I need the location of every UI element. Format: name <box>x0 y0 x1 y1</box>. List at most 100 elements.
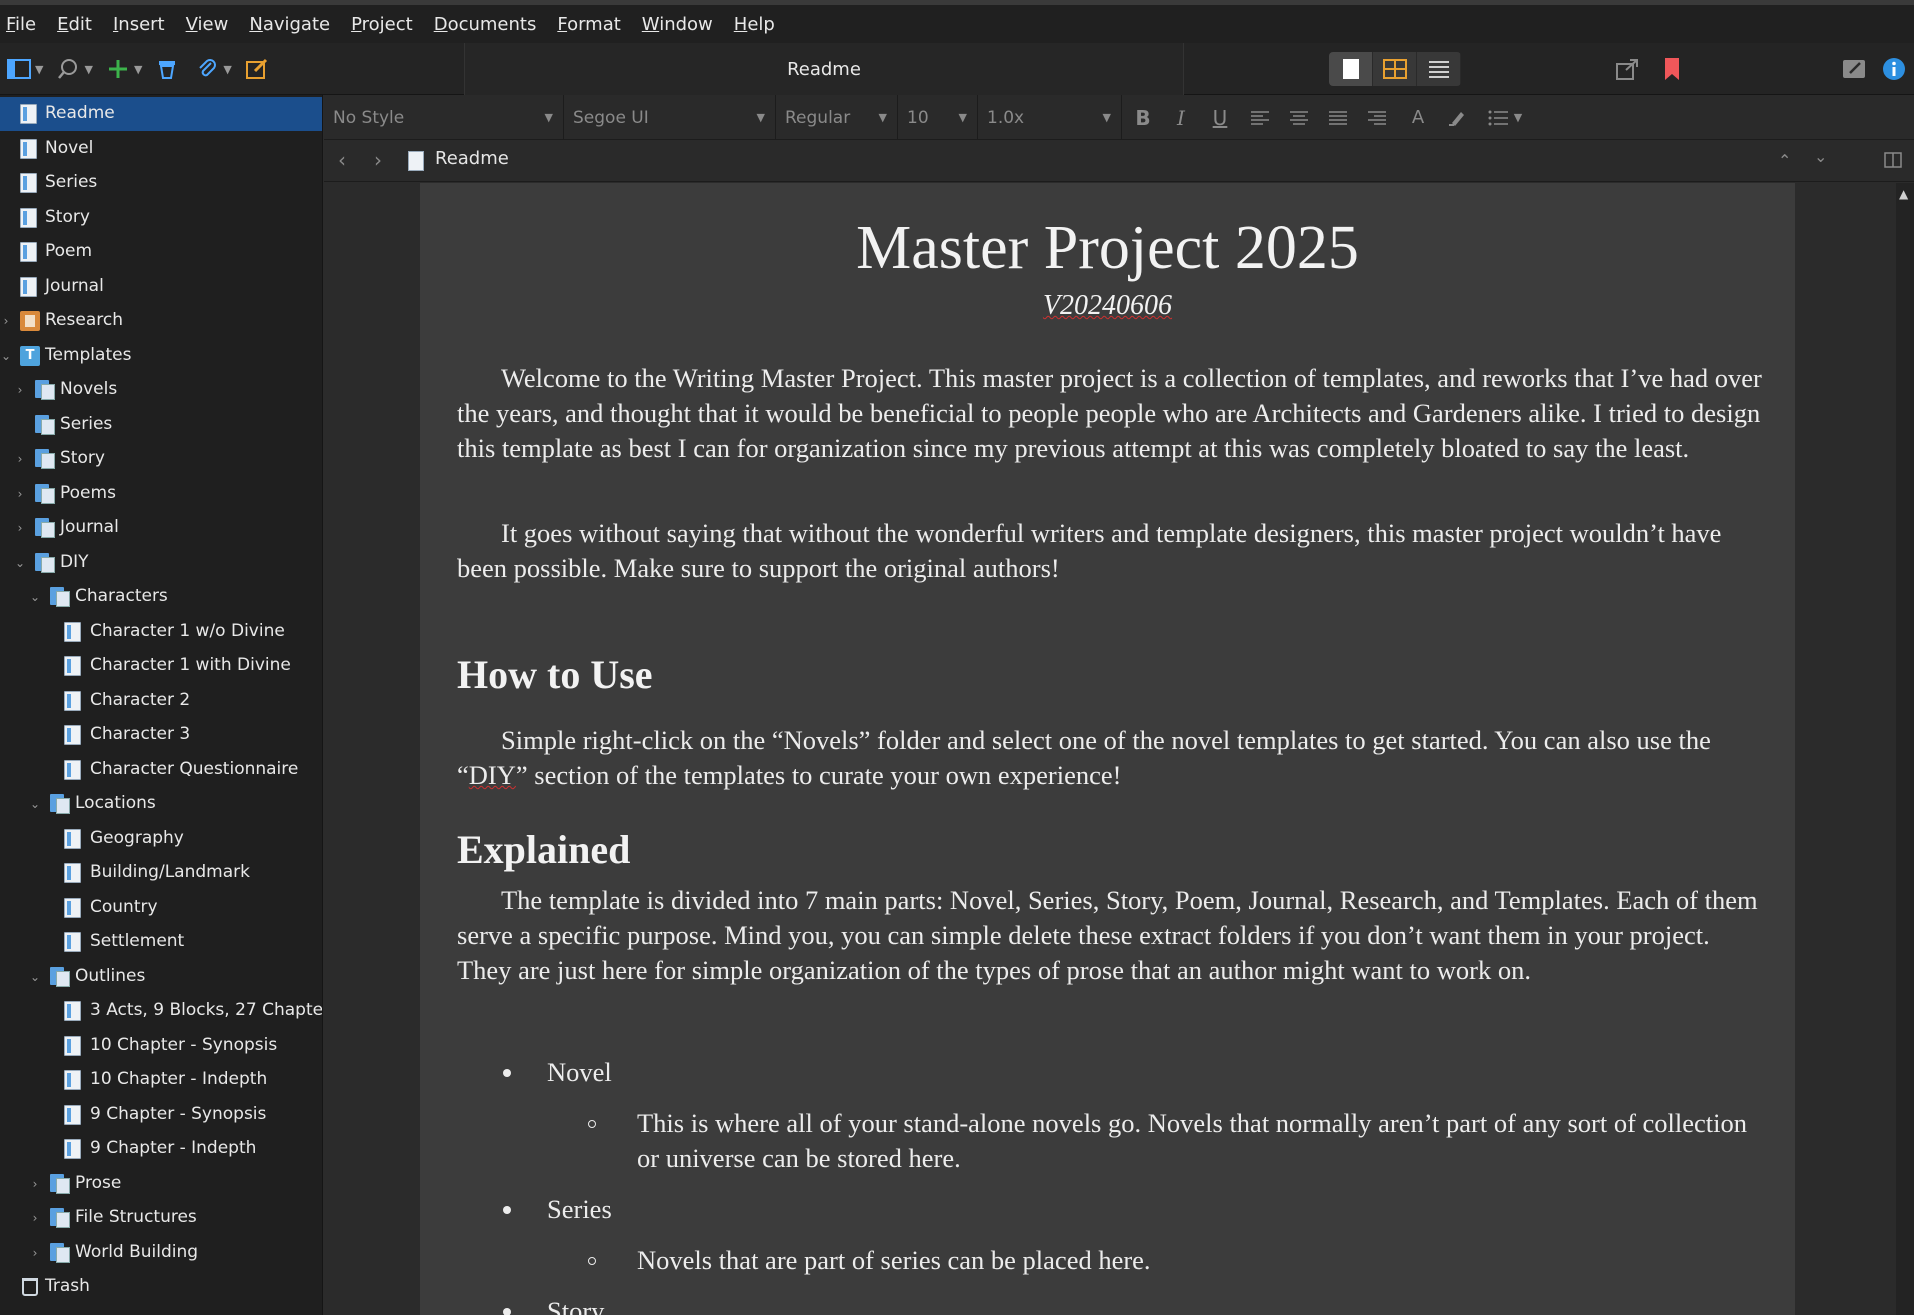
binder-item-series[interactable]: Series <box>0 166 322 200</box>
binder-item-story[interactable]: Story <box>0 201 322 235</box>
text-color-icon[interactable]: A <box>1399 95 1437 140</box>
binder-item-prose[interactable]: › Prose <box>0 1167 322 1201</box>
binder-item-journal[interactable]: › Journal <box>0 511 322 545</box>
font-family-select[interactable]: Segoe UI ▼ <box>564 95 776 140</box>
attachment-icon[interactable] <box>194 56 220 82</box>
binder-item-novels[interactable]: › Novels <box>0 373 322 407</box>
chevron-right-icon[interactable]: › <box>14 487 26 501</box>
menu-navigate[interactable]: Navigate <box>249 14 330 35</box>
align-left-icon[interactable] <box>1241 95 1279 140</box>
align-right-icon[interactable] <box>1358 95 1396 140</box>
binder-item-9-chapter-synopsis[interactable]: 9 Chapter - Synopsis <box>0 1098 322 1132</box>
outline-icon[interactable] <box>1417 52 1461 86</box>
menu-insert[interactable]: Insert <box>113 14 165 35</box>
binder-item-label: Templates <box>45 344 132 365</box>
chevron-down-icon[interactable]: ⌄ <box>29 797 41 811</box>
binder-item-templates[interactable]: ⌄ T Templates <box>0 339 322 373</box>
chevron-right-icon[interactable]: › <box>29 1211 41 1225</box>
italic-icon[interactable]: I <box>1162 95 1200 140</box>
binder-item-poem[interactable]: Poem <box>0 235 322 269</box>
inspector-edit-icon[interactable] <box>1841 56 1867 82</box>
binder-item-poems[interactable]: › Poems <box>0 477 322 511</box>
binder-item-10-chapter-synopsis[interactable]: 10 Chapter - Synopsis <box>0 1029 322 1063</box>
chevron-right-icon[interactable]: › <box>14 383 26 397</box>
binder-item-trash[interactable]: Trash <box>0 1270 322 1304</box>
chevron-right-icon[interactable]: › <box>29 1246 41 1260</box>
list-caret-icon[interactable]: ▼ <box>1506 95 1530 140</box>
binder-item-story[interactable]: › Story <box>0 442 322 476</box>
chevron-right-icon[interactable]: › <box>14 452 26 466</box>
highlight-icon[interactable] <box>1438 95 1476 140</box>
editor-header-title[interactable]: Readme <box>435 148 509 169</box>
trash-icon[interactable] <box>154 56 180 82</box>
chevron-down-icon[interactable]: ⌄ <box>29 590 41 604</box>
add-caret[interactable]: ▼ <box>134 63 142 76</box>
binder-item-building-landmark[interactable]: Building/Landmark <box>0 856 322 890</box>
binder-item-world-building[interactable]: › World Building <box>0 1236 322 1270</box>
search-icon[interactable] <box>55 56 81 82</box>
menu-view[interactable]: View <box>186 14 229 35</box>
binder-item-character-3[interactable]: Character 3 <box>0 718 322 752</box>
binder-item-character-1-with-divine[interactable]: Character 1 with Divine <box>0 649 322 683</box>
info-icon[interactable] <box>1881 56 1907 82</box>
binder-item-character-2[interactable]: Character 2 <box>0 684 322 718</box>
corkboard-icon[interactable] <box>1373 52 1417 86</box>
share-icon[interactable] <box>1615 56 1641 82</box>
bold-icon[interactable]: B <box>1124 95 1162 140</box>
binder-item-research[interactable]: › Research <box>0 304 322 338</box>
line-spacing-select[interactable]: 1.0x ▼ <box>978 95 1122 140</box>
scroll-up-icon[interactable]: ▲ <box>1899 187 1908 201</box>
menu-file[interactable]: File <box>6 14 36 35</box>
single-page-icon[interactable] <box>1329 52 1373 86</box>
binder-item-file-structures[interactable]: › File Structures <box>0 1201 322 1235</box>
binder-item-10-chapter-indepth[interactable]: 10 Chapter - Indepth <box>0 1063 322 1097</box>
binder-item-character-1-w-o-divine[interactable]: Character 1 w/o Divine <box>0 615 322 649</box>
previous-document-icon[interactable]: ⌃ <box>1778 151 1791 170</box>
forward-arrow-icon[interactable]: › <box>374 148 382 172</box>
menu-edit[interactable]: Edit <box>57 14 92 35</box>
compose-icon[interactable] <box>244 56 270 82</box>
binder-item-readme[interactable]: Readme <box>0 97 322 131</box>
menu-format[interactable]: Format <box>557 14 620 35</box>
binder-item-locations[interactable]: ⌄ Locations <box>0 787 322 821</box>
attachment-caret[interactable]: ▼ <box>223 63 231 76</box>
menu-help[interactable]: Help <box>734 14 775 35</box>
binder-item-3-acts-9-blocks-27-chapter[interactable]: 3 Acts, 9 Blocks, 27 Chapter... <box>0 994 322 1028</box>
menu-project[interactable]: Project <box>351 14 413 35</box>
binder-item-characters[interactable]: ⌄ Characters <box>0 580 322 614</box>
binder-item-geography[interactable]: Geography <box>0 822 322 856</box>
chevron-down-icon[interactable]: ⌄ <box>0 349 12 363</box>
back-arrow-icon[interactable]: ‹ <box>338 148 346 172</box>
search-caret[interactable]: ▼ <box>84 63 92 76</box>
paragraph-style-select[interactable]: No Style ▼ <box>324 95 564 140</box>
binder-toggle-icon[interactable] <box>6 56 32 82</box>
editor-scrollbar[interactable]: ▲ <box>1896 183 1914 1315</box>
split-editor-icon[interactable] <box>1884 152 1902 172</box>
font-size-select[interactable]: 10 ▼ <box>898 95 978 140</box>
chevron-right-icon[interactable]: › <box>29 1177 41 1191</box>
align-center-icon[interactable] <box>1280 95 1318 140</box>
editor-page[interactable]: Master Project 2025 V20240606 Welcome to… <box>420 183 1795 1315</box>
binder-item-outlines[interactable]: ⌄ Outlines <box>0 960 322 994</box>
next-document-icon[interactable]: ⌄ <box>1814 147 1827 166</box>
chevron-right-icon[interactable]: › <box>0 314 12 328</box>
binder-item-character-questionnaire[interactable]: Character Questionnaire <box>0 753 322 787</box>
menu-documents[interactable]: Documents <box>434 14 537 35</box>
align-justify-icon[interactable] <box>1319 95 1357 140</box>
font-weight-select[interactable]: Regular ▼ <box>776 95 898 140</box>
bookmark-icon[interactable] <box>1659 56 1685 82</box>
add-icon[interactable] <box>105 56 131 82</box>
menu-window[interactable]: Window <box>642 14 713 35</box>
binder-item-novel[interactable]: Novel <box>0 132 322 166</box>
underline-icon[interactable]: U <box>1201 95 1239 140</box>
binder-item-country[interactable]: Country <box>0 891 322 925</box>
chevron-down-icon[interactable]: ⌄ <box>29 970 41 984</box>
binder-item-9-chapter-indepth[interactable]: 9 Chapter - Indepth <box>0 1132 322 1166</box>
binder-item-diy[interactable]: ⌄ DIY <box>0 546 322 580</box>
binder-toggle-caret[interactable]: ▼ <box>35 63 43 76</box>
chevron-down-icon[interactable]: ⌄ <box>14 556 26 570</box>
binder-item-journal[interactable]: Journal <box>0 270 322 304</box>
chevron-right-icon[interactable]: › <box>14 521 26 535</box>
binder-item-settlement[interactable]: Settlement <box>0 925 322 959</box>
binder-item-series[interactable]: Series <box>0 408 322 442</box>
